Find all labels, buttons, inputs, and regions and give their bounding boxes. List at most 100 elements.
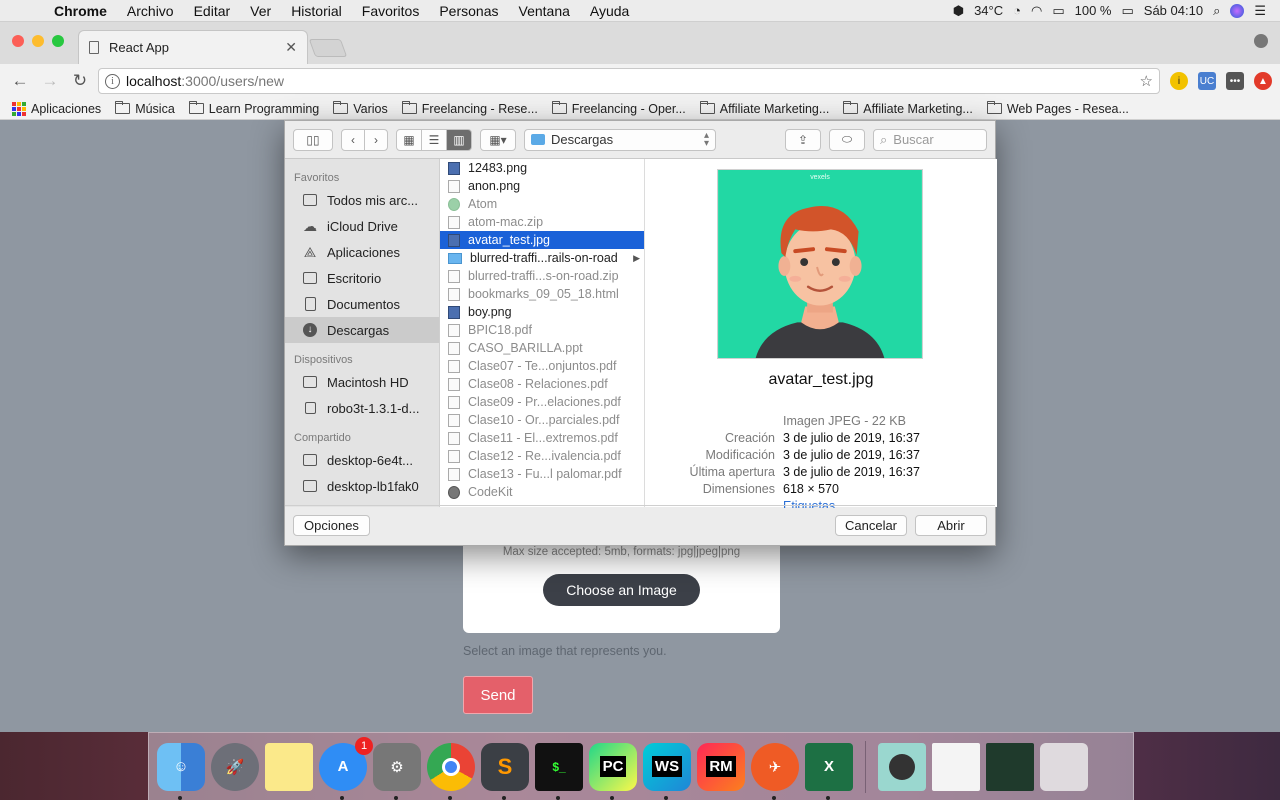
file-row[interactable]: Clase12 - Re...ivalencia.pdf xyxy=(440,447,644,465)
sidebar-item-desktop-6e4t[interactable]: desktop-6e4t... xyxy=(285,447,439,473)
menu-ventana[interactable]: Ventana xyxy=(509,3,580,19)
file-row[interactable]: Clase08 - Relaciones.pdf xyxy=(440,375,644,393)
bookmark-musica[interactable]: Música xyxy=(115,101,175,116)
file-row[interactable]: Clase10 - Or...parciales.pdf xyxy=(440,411,644,429)
dialog-forward-button[interactable]: › xyxy=(364,128,388,151)
menubar-clock[interactable]: Sáb 04:10 xyxy=(1144,3,1203,18)
webstorm-icon[interactable]: WS xyxy=(643,742,691,800)
minimize-window-button[interactable] xyxy=(32,35,44,47)
location-popup[interactable]: Descargas ▴ ▾ xyxy=(524,128,716,151)
share-button[interactable]: ⇪ xyxy=(785,128,821,151)
finder-icon[interactable]: ☺ xyxy=(157,742,205,800)
extension-dots-icon[interactable]: ••• xyxy=(1226,72,1244,90)
file-row[interactable]: avatar_test.jpg xyxy=(440,231,644,249)
file-row[interactable]: Clase11 - El...extremos.pdf xyxy=(440,429,644,447)
launchpad-icon[interactable]: 🚀 xyxy=(211,742,259,791)
tags-button[interactable]: ⬭ xyxy=(829,128,865,151)
file-row[interactable]: bookmarks_09_05_18.html xyxy=(440,285,644,303)
document-stack-icon[interactable] xyxy=(932,742,980,791)
excel-icon[interactable]: X xyxy=(805,742,853,800)
menu-editar[interactable]: Editar xyxy=(184,3,241,19)
extension-uc-icon[interactable]: UC xyxy=(1198,72,1216,90)
system-preferences-icon[interactable]: ⚙ xyxy=(373,742,421,800)
dialog-back-button[interactable]: ‹ xyxy=(341,128,365,151)
notes-icon[interactable] xyxy=(265,742,313,791)
sidebar-toggle-button[interactable]: ▯▯ xyxy=(293,128,333,151)
view-columns-button[interactable]: ▥ xyxy=(446,128,472,151)
airplay-icon[interactable]: ▭ xyxy=(1052,3,1064,19)
close-tab-icon[interactable]: ✕ xyxy=(285,39,297,56)
send-button[interactable]: Send xyxy=(463,676,533,714)
new-tab-button[interactable] xyxy=(308,39,348,57)
view-list-button[interactable]: ☰ xyxy=(421,128,447,151)
sidebar-item-macintosh-hd[interactable]: Macintosh HD xyxy=(285,369,439,395)
clock-status-icon[interactable]: ◔ xyxy=(1013,3,1021,18)
sidebar-item-robo3t[interactable]: robo3t-1.3.1-d... xyxy=(285,395,439,421)
trash-icon[interactable] xyxy=(1040,742,1088,791)
rubymine-icon[interactable]: RM xyxy=(697,742,745,791)
file-row[interactable]: atom-mac.zip xyxy=(440,213,644,231)
file-row[interactable]: Clase09 - Pr...elaciones.pdf xyxy=(440,393,644,411)
menu-favoritos[interactable]: Favoritos xyxy=(352,3,430,19)
sidebar-item-aplicaciones[interactable]: ⟁ Aplicaciones xyxy=(285,239,439,265)
file-row[interactable]: Clase07 - Te...onjuntos.pdf xyxy=(440,357,644,375)
menu-ver[interactable]: Ver xyxy=(240,3,281,19)
menu-personas[interactable]: Personas xyxy=(429,3,508,19)
bookmark-learn-programming[interactable]: Learn Programming xyxy=(188,101,319,116)
file-row[interactable]: 12483.png xyxy=(440,159,644,177)
file-row[interactable]: blurred-traffi...rails-on-road ▶ xyxy=(440,249,644,267)
tab-react-app[interactable]: React App ✕ xyxy=(78,30,308,64)
bookmark-affiliate-marketing-2[interactable]: Affiliate Marketing... xyxy=(843,101,973,116)
bookmark-web-pages[interactable]: Web Pages - Resea... xyxy=(986,101,1129,116)
info-icon[interactable]: i xyxy=(105,73,120,89)
sidebar-item-desktop-lb1fak0[interactable]: desktop-lb1fak0 xyxy=(285,473,439,499)
file-row[interactable]: Atom xyxy=(440,195,644,213)
choose-image-button[interactable]: Choose an Image xyxy=(543,574,700,606)
file-row[interactable]: CodeKit xyxy=(440,483,644,501)
menu-chrome[interactable]: Chrome xyxy=(46,3,117,19)
open-button[interactable]: Abrir xyxy=(915,515,987,536)
bookmark-aplicaciones[interactable]: Aplicaciones xyxy=(12,101,101,116)
battery-percent[interactable]: 100 % xyxy=(1075,3,1112,18)
box-icon[interactable]: ⬢ xyxy=(953,3,964,19)
group-view-button[interactable]: ▦▾ xyxy=(480,128,516,151)
bookmark-varios[interactable]: Varios xyxy=(333,101,388,116)
menu-historial[interactable]: Historial xyxy=(281,3,352,19)
app-store-icon[interactable]: A1 xyxy=(319,736,373,800)
forward-icon[interactable]: → xyxy=(38,71,62,91)
reload-icon[interactable]: ↻ xyxy=(68,71,92,91)
menu-archivo[interactable]: Archivo xyxy=(117,3,184,19)
wifi-icon[interactable]: ◠ xyxy=(1031,3,1042,19)
avatar-thumbnail-icon[interactable] xyxy=(878,742,926,791)
menu-ayuda[interactable]: Ayuda xyxy=(580,3,639,19)
bookmark-star-icon[interactable]: ☆ xyxy=(1140,72,1153,90)
address-bar[interactable]: i localhost:3000/users/new ☆ xyxy=(98,68,1160,94)
zoom-window-button[interactable] xyxy=(52,35,64,47)
close-window-button[interactable] xyxy=(12,35,24,47)
dialog-search-field[interactable]: ⌕ Buscar xyxy=(873,128,987,151)
notification-center-icon[interactable]: ☰ xyxy=(1254,3,1266,19)
file-row[interactable]: anon.png xyxy=(440,177,644,195)
file-row[interactable]: Clase13 - Fu...l palomar.pdf xyxy=(440,465,644,483)
pycharm-icon[interactable]: PC xyxy=(589,742,637,800)
bookmark-freelancing-research[interactable]: Freelancing - Rese... xyxy=(401,101,538,116)
screenshot-stack-icon[interactable] xyxy=(986,742,1034,791)
terminal-icon[interactable]: $_ xyxy=(535,742,583,800)
temperature-readout[interactable]: 34°C xyxy=(974,3,1003,18)
cancel-button[interactable]: Cancelar xyxy=(835,515,907,536)
spotlight-icon[interactable]: ⌕ xyxy=(1213,3,1220,19)
file-row[interactable]: CASO_BARILLA.ppt xyxy=(440,339,644,357)
file-row[interactable]: blurred-traffi...s-on-road.zip xyxy=(440,267,644,285)
siri-icon[interactable] xyxy=(1230,3,1245,18)
sidebar-item-escritorio[interactable]: Escritorio xyxy=(285,265,439,291)
file-row[interactable]: BPIC18.pdf xyxy=(440,321,644,339)
sidebar-item-icloud[interactable]: ☁ iCloud Drive xyxy=(285,213,439,239)
sidebar-item-documentos[interactable]: Documentos xyxy=(285,291,439,317)
file-row[interactable]: boy.png xyxy=(440,303,644,321)
options-button[interactable]: Opciones xyxy=(293,515,370,536)
chrome-icon[interactable] xyxy=(427,742,475,800)
extension-info-icon[interactable]: i xyxy=(1170,72,1188,90)
sublime-text-icon[interactable]: S xyxy=(481,742,529,800)
battery-icon[interactable]: ▭ xyxy=(1121,3,1133,19)
postman-icon[interactable]: ✈ xyxy=(751,742,799,800)
